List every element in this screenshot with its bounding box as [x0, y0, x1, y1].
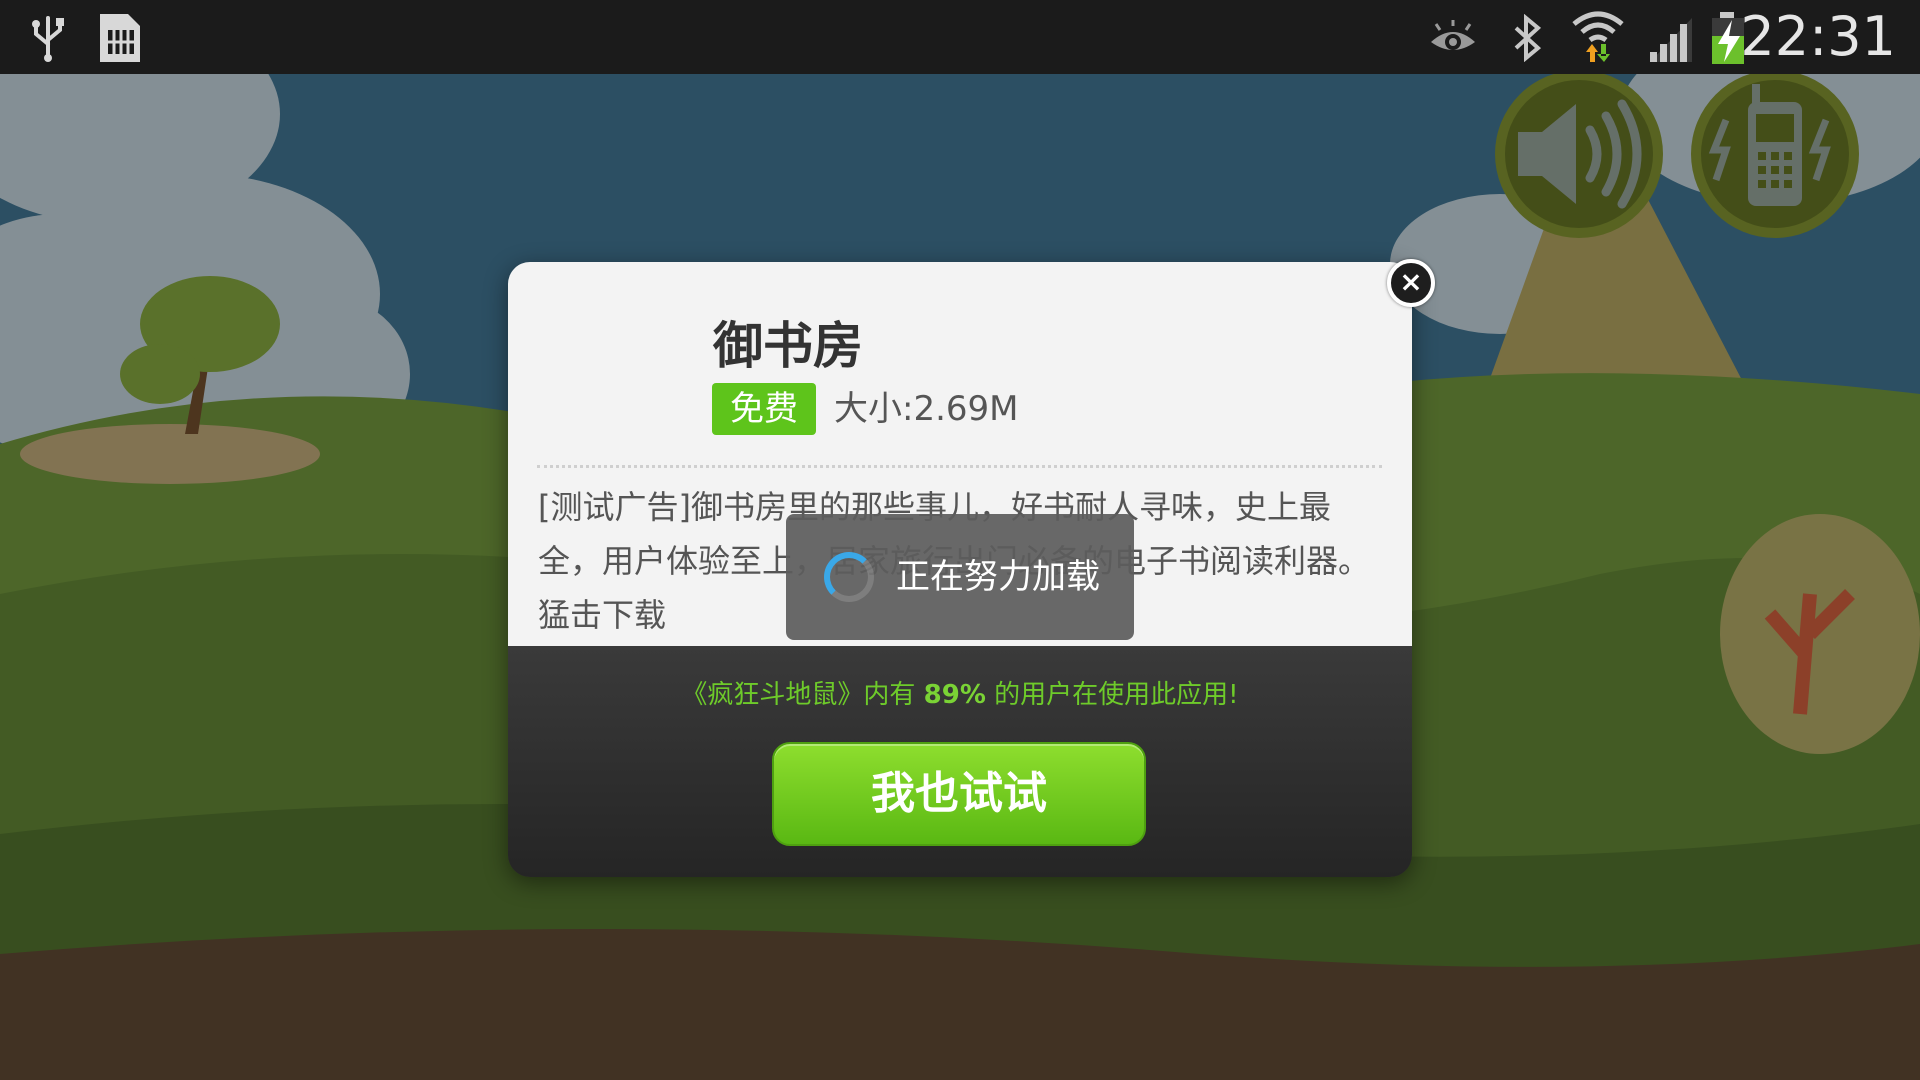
divider [537, 465, 1382, 468]
sim-card-icon [96, 12, 144, 68]
close-button[interactable]: × [1387, 259, 1435, 307]
usage-prefix: 《疯狂斗地鼠》内有 [681, 680, 924, 710]
usb-icon [28, 12, 68, 66]
status-bar: 22:31 [0, 0, 1920, 74]
bluetooth-icon [1510, 13, 1544, 66]
loading-toast: 正在努力加载 [786, 514, 1134, 640]
eye-icon [1428, 18, 1478, 62]
clock: 22:31 [1740, 5, 1896, 68]
usage-stat: 《疯狂斗地鼠》内有 89% 的用户在使用此应用! [508, 674, 1412, 711]
loading-spinner-icon [824, 552, 874, 602]
close-icon: × [1399, 265, 1423, 298]
signal-icon [1646, 16, 1696, 68]
price-badge: 免费 [712, 383, 816, 435]
usage-percent: 89% [923, 680, 986, 710]
app-name: 御书房 [713, 317, 863, 375]
try-button[interactable]: 我也试试 [772, 742, 1146, 846]
usage-suffix: 的用户在使用此应用! [985, 680, 1239, 710]
app-size: 大小:2.69M [834, 389, 1019, 429]
wifi-icon [1570, 8, 1626, 68]
loading-text: 正在努力加载 [896, 557, 1100, 597]
